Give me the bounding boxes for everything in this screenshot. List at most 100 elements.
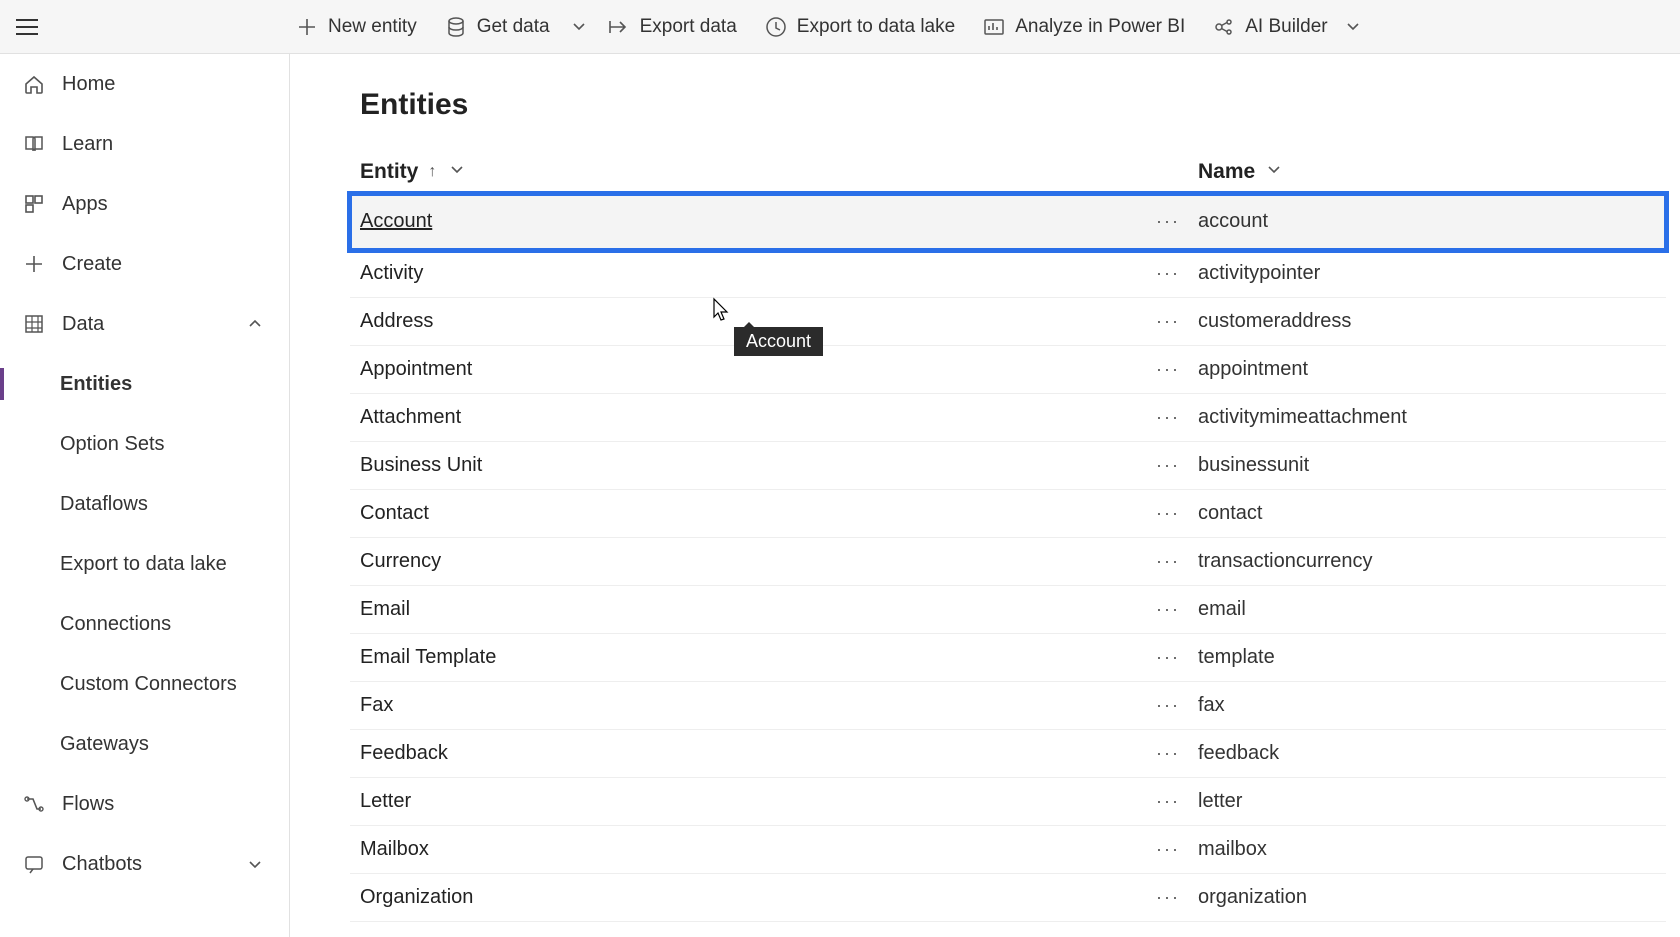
more-actions-button[interactable]: ··· <box>1156 647 1180 668</box>
nav-export-to-data-lake[interactable]: Export to data lake <box>0 534 289 594</box>
hamburger-button[interactable] <box>0 0 54 54</box>
nav-chatbots-label: Chatbots <box>62 853 142 876</box>
get-data-label: Get data <box>477 16 550 38</box>
entity-name: letter <box>1198 790 1666 813</box>
table-row[interactable]: Fax···fax <box>350 682 1666 730</box>
table-row[interactable]: Address ··· customeraddress <box>350 298 1666 346</box>
table-row[interactable]: Contact ··· contact <box>350 490 1666 538</box>
entity-name: businessunit <box>1198 454 1666 477</box>
entity-name: activitymimeattachment <box>1198 406 1666 429</box>
table-row[interactable]: Business Unit ··· businessunit <box>350 442 1666 490</box>
sort-ascending-icon: ↑ <box>428 163 436 181</box>
entity-name: appointment <box>1198 358 1666 381</box>
column-header-name[interactable]: Name <box>1198 160 1666 184</box>
nav-custom-connectors[interactable]: Custom Connectors <box>0 654 289 714</box>
grid-icon <box>22 312 46 336</box>
more-actions-button[interactable]: ··· <box>1156 791 1180 812</box>
entity-link[interactable]: Currency <box>360 550 441 573</box>
table-row[interactable]: Attachment ··· activitymimeattachment <box>350 394 1666 442</box>
nav-entities-label: Entities <box>60 373 132 396</box>
entity-link[interactable]: Feedback <box>360 742 448 765</box>
more-actions-button[interactable]: ··· <box>1156 503 1180 524</box>
chatbot-icon <box>22 852 46 876</box>
entity-link[interactable]: Account <box>360 210 432 233</box>
more-actions-button[interactable]: ··· <box>1156 211 1180 232</box>
table-row[interactable]: Letter ··· letter <box>350 778 1666 826</box>
nav-home[interactable]: Home <box>0 54 289 114</box>
nav-flows[interactable]: Flows <box>0 774 289 834</box>
nav-custom-connectors-label: Custom Connectors <box>60 673 237 696</box>
more-actions-button[interactable]: ··· <box>1156 263 1180 284</box>
entity-link[interactable]: Contact <box>360 502 429 525</box>
table-row[interactable]: Organization···organization <box>350 874 1666 922</box>
table-row[interactable]: Feedback···feedback <box>350 730 1666 778</box>
nav-option-sets-label: Option Sets <box>60 433 165 456</box>
entity-link[interactable]: Fax <box>360 694 393 717</box>
nav-flows-label: Flows <box>62 793 114 816</box>
ai-builder-icon <box>1213 16 1235 38</box>
table-row[interactable]: Email Template···template <box>350 634 1666 682</box>
column-header-entity[interactable]: Entity ↑ <box>350 160 1138 184</box>
entity-link[interactable]: Attachment <box>360 406 461 429</box>
analyze-in-power-bi-label: Analyze in Power BI <box>1015 16 1185 38</box>
entity-name: customeraddress <box>1198 310 1666 333</box>
more-actions-button[interactable]: ··· <box>1156 743 1180 764</box>
column-header-entity-label: Entity <box>360 160 418 184</box>
entity-link[interactable]: Business Unit <box>360 454 482 477</box>
more-actions-button[interactable]: ··· <box>1156 455 1180 476</box>
entity-link[interactable]: Organization <box>360 886 473 909</box>
entity-link[interactable]: Letter <box>360 790 411 813</box>
more-actions-button[interactable]: ··· <box>1156 359 1180 380</box>
analyze-in-power-bi-button[interactable]: Analyze in Power BI <box>969 0 1199 54</box>
nav-apps[interactable]: Apps <box>0 174 289 234</box>
export-to-data-lake-button[interactable]: Export to data lake <box>751 0 969 54</box>
more-actions-button[interactable]: ··· <box>1156 839 1180 860</box>
tooltip: Account <box>734 327 823 356</box>
nav-gateways[interactable]: Gateways <box>0 714 289 774</box>
nav-chatbots[interactable]: Chatbots <box>0 834 289 894</box>
get-data-chevron[interactable] <box>564 0 594 54</box>
entity-link[interactable]: Address <box>360 310 433 333</box>
table-row[interactable]: Currency ··· transactioncurrency <box>350 538 1666 586</box>
nav-gateways-label: Gateways <box>60 733 149 756</box>
main-content: Entities Entity ↑ Name Account···account… <box>290 54 1680 937</box>
chevron-down-icon <box>450 163 464 180</box>
entity-name: transactioncurrency <box>1198 550 1666 573</box>
more-actions-button[interactable]: ··· <box>1156 695 1180 716</box>
more-actions-button[interactable]: ··· <box>1156 311 1180 332</box>
new-entity-button[interactable]: New entity <box>282 0 431 54</box>
more-actions-button[interactable]: ··· <box>1156 551 1180 572</box>
entity-link[interactable]: Mailbox <box>360 838 429 861</box>
nav-learn[interactable]: Learn <box>0 114 289 174</box>
ai-builder-button[interactable]: AI Builder <box>1199 0 1377 54</box>
table-row[interactable]: Account···account <box>350 194 1666 250</box>
entity-link[interactable]: Appointment <box>360 358 472 381</box>
entity-link[interactable]: Email Template <box>360 646 496 669</box>
more-actions-button[interactable]: ··· <box>1156 887 1180 908</box>
entity-link[interactable]: Activity <box>360 262 423 285</box>
more-actions-button[interactable]: ··· <box>1156 407 1180 428</box>
nav-export-to-data-lake-label: Export to data lake <box>60 553 227 576</box>
flow-icon <box>22 792 46 816</box>
entity-name: mailbox <box>1198 838 1666 861</box>
nav-create[interactable]: Create <box>0 234 289 294</box>
get-data-button[interactable]: Get data <box>431 0 564 54</box>
entity-link[interactable]: Email <box>360 598 410 621</box>
entity-name: email <box>1198 598 1666 621</box>
side-nav: Home Learn Apps Create Data Entities Opt… <box>0 54 290 937</box>
table-row[interactable]: Mailbox ··· mailbox <box>350 826 1666 874</box>
more-actions-button[interactable]: ··· <box>1156 599 1180 620</box>
export-data-button[interactable]: Export data <box>594 0 751 54</box>
new-entity-label: New entity <box>328 16 417 38</box>
table-row[interactable]: Activity···activitypointer <box>350 250 1666 298</box>
nav-entities[interactable]: Entities <box>0 354 289 414</box>
nav-dataflows[interactable]: Dataflows <box>0 474 289 534</box>
nav-data[interactable]: Data <box>0 294 289 354</box>
nav-data-label: Data <box>62 313 104 336</box>
entity-name: contact <box>1198 502 1666 525</box>
nav-option-sets[interactable]: Option Sets <box>0 414 289 474</box>
table-row[interactable]: Appointment ··· appointment <box>350 346 1666 394</box>
table-row[interactable]: Email ··· email <box>350 586 1666 634</box>
plus-icon <box>22 252 46 276</box>
nav-connections[interactable]: Connections <box>0 594 289 654</box>
